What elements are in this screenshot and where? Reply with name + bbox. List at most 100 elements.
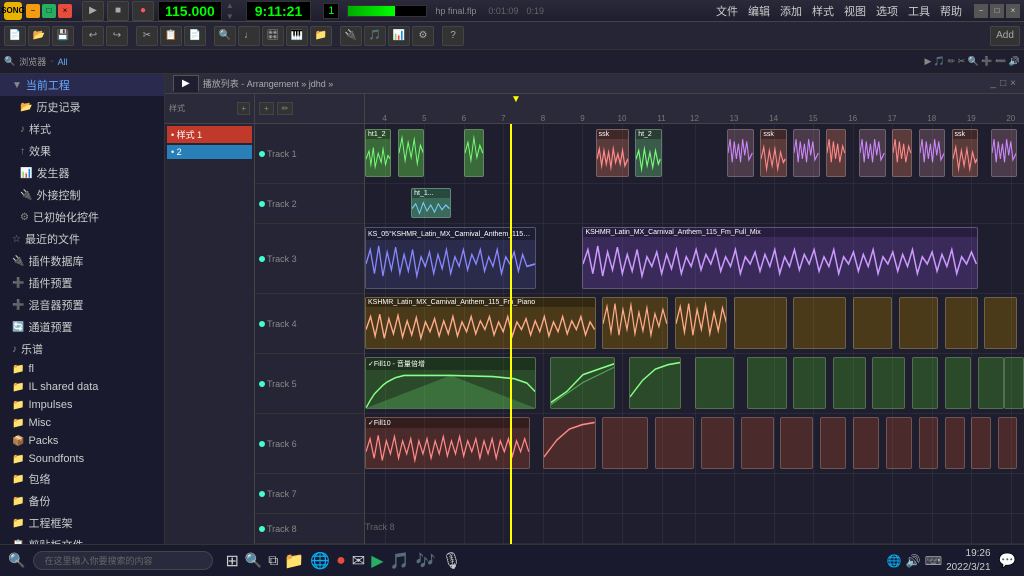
add-button[interactable]: Add	[990, 26, 1020, 46]
app-icon-4[interactable]: 🎶	[415, 551, 435, 571]
clip-5-2[interactable]	[550, 357, 616, 409]
clip-4-3[interactable]	[675, 297, 728, 349]
sidebar-item-generator[interactable]: 📊 发生器	[0, 162, 164, 184]
clip-1-3[interactable]	[464, 129, 484, 177]
track-row-1[interactable]: Track 1	[255, 124, 364, 184]
filter-label[interactable]: All	[58, 57, 68, 67]
clip-5-6[interactable]	[793, 357, 826, 409]
clip-1-r8[interactable]	[991, 129, 1017, 177]
maximize-button[interactable]: □	[42, 4, 56, 18]
menu-add[interactable]: 添加	[780, 3, 802, 19]
sidebar-item-plugin-preset[interactable]: ➕ 插件预置	[0, 272, 164, 294]
clip-6-5[interactable]	[701, 417, 734, 469]
app-icon-3[interactable]: 🎵	[390, 551, 410, 571]
track-row-3[interactable]: Track 3	[255, 224, 364, 294]
play-button[interactable]: ▶	[82, 1, 104, 21]
menu-style[interactable]: 样式	[812, 3, 834, 19]
clip-4-4[interactable]	[734, 297, 787, 349]
sidebar-item-current-project[interactable]: ▼ 当前工程	[0, 74, 164, 96]
pattern-add[interactable]: +	[237, 102, 250, 115]
sidebar-item-impulses[interactable]: 📁 Impulses	[0, 396, 164, 414]
add-track-button[interactable]: +	[259, 102, 274, 115]
windows-icon[interactable]: ⊞	[225, 551, 238, 571]
notification-icon[interactable]: 💬	[999, 552, 1016, 569]
close-button[interactable]: ×	[58, 4, 72, 18]
sidebar-item-envelope[interactable]: 📁 包络	[0, 468, 164, 490]
clip-3-2[interactable]: KSHMR_Latin_MX_Carnival_Anthem_115_Fm_Fu…	[582, 227, 977, 289]
clip-4-1[interactable]: KSHMR_Latin_MX_Carnival_Anthem_115_Fm_Pi…	[365, 297, 596, 349]
minimize-button[interactable]: −	[26, 4, 40, 18]
track-row-6[interactable]: Track 6	[255, 414, 364, 474]
arr-close[interactable]: ×	[1010, 78, 1016, 89]
eq-button[interactable]: 📊	[388, 26, 410, 46]
clip-1-r6[interactable]	[919, 129, 945, 177]
clip-6-4[interactable]	[655, 417, 695, 469]
tracks-area[interactable]: ht1_2	[365, 124, 1024, 544]
cut-button[interactable]: ✂	[136, 26, 158, 46]
clip-2-1[interactable]: ht_1...	[411, 188, 451, 218]
clip-5-4[interactable]	[695, 357, 735, 409]
sidebar-item-project-frame[interactable]: 📁 工程框架	[0, 512, 164, 534]
file-explorer-icon[interactable]: 📁	[284, 551, 304, 571]
clip-5-7[interactable]	[833, 357, 866, 409]
clip-1-r7[interactable]: ssk	[952, 129, 978, 177]
piano-button[interactable]: 🎹	[286, 26, 308, 46]
menu-edit[interactable]: 编辑	[748, 3, 770, 19]
track-row-7[interactable]: Track 7	[255, 474, 364, 514]
position-slider[interactable]	[347, 5, 427, 17]
clip-6-2[interactable]	[543, 417, 596, 469]
menu-file[interactable]: 文件	[716, 3, 738, 19]
sidebar-item-external[interactable]: 🔌 外接控制	[0, 184, 164, 206]
menu-help[interactable]: 帮助	[940, 3, 962, 19]
redo-button[interactable]: ↪	[106, 26, 128, 46]
app-minimize[interactable]: −	[974, 4, 988, 18]
task-view-icon[interactable]: ⧉	[268, 552, 278, 569]
clip-1-ssk2[interactable]: ssk	[760, 129, 786, 177]
clip-4-7[interactable]	[899, 297, 939, 349]
sidebar-item-fl[interactable]: 📁 fl	[0, 360, 164, 378]
app-icon-1[interactable]: ●	[336, 552, 346, 570]
settings-button[interactable]: ⚙	[412, 26, 434, 46]
clip-4-8[interactable]	[945, 297, 978, 349]
clip-5-5[interactable]	[747, 357, 787, 409]
clip-5-11[interactable]	[978, 357, 1004, 409]
network-icon[interactable]: 🌐	[887, 554, 902, 568]
sidebar-item-backup[interactable]: 📁 备份	[0, 490, 164, 512]
sidebar-item-packs[interactable]: 📦 Packs	[0, 432, 164, 450]
clip-6-6[interactable]	[741, 417, 774, 469]
app-close[interactable]: ×	[1006, 4, 1020, 18]
clip-5-8[interactable]	[872, 357, 905, 409]
sidebar-item-initialized[interactable]: ⚙ 已初始化控件	[0, 206, 164, 228]
clip-6-10[interactable]	[886, 417, 912, 469]
clip-5-10[interactable]	[945, 357, 971, 409]
record-button[interactable]: ●	[132, 1, 154, 21]
undo-button[interactable]: ↩	[82, 26, 104, 46]
clip-4-6[interactable]	[853, 297, 893, 349]
sidebar-item-recent[interactable]: ☆ 最近的文件	[0, 228, 164, 250]
pattern-item-2[interactable]: • 2	[167, 145, 252, 159]
clip-1-1[interactable]: ht1_2	[365, 129, 391, 177]
app-icon-5[interactable]: 🎙	[441, 551, 461, 571]
taskbar-search[interactable]: 在这里输入你要搜索的内容	[33, 551, 213, 570]
chrome-icon[interactable]: 🌐	[310, 551, 330, 571]
clip-1-r2[interactable]	[793, 129, 819, 177]
track-row-8[interactable]: Track 8	[255, 514, 364, 544]
sidebar-item-score[interactable]: ♪ 乐谱	[0, 338, 164, 360]
ruler[interactable]: 4 5 6 7 8 9 10 11 12 13 14 15 16 17	[365, 94, 1024, 124]
sidebar-item-style[interactable]: ♪ 样式	[0, 118, 164, 140]
app-maximize[interactable]: □	[990, 4, 1004, 18]
menu-tools[interactable]: 工具	[908, 3, 930, 19]
clip-1-r1[interactable]	[727, 129, 753, 177]
sidebar-item-effects[interactable]: ↑ 效果	[0, 140, 164, 162]
clip-4-9[interactable]	[984, 297, 1017, 349]
track-row-4[interactable]: Track 4	[255, 294, 364, 354]
clip-1-r4[interactable]	[859, 129, 885, 177]
pencil-tool[interactable]: ✏	[277, 102, 294, 115]
track-row-2[interactable]: Track 2	[255, 184, 364, 224]
sidebar-item-clipboard[interactable]: 📋 剪贴板文件	[0, 534, 164, 544]
paste-button[interactable]: 📄	[184, 26, 206, 46]
new-button[interactable]: 📄	[4, 26, 26, 46]
clip-1-r3[interactable]	[826, 129, 846, 177]
sidebar-item-history[interactable]: 📂 历史记录	[0, 96, 164, 118]
clip-4-5[interactable]	[793, 297, 846, 349]
